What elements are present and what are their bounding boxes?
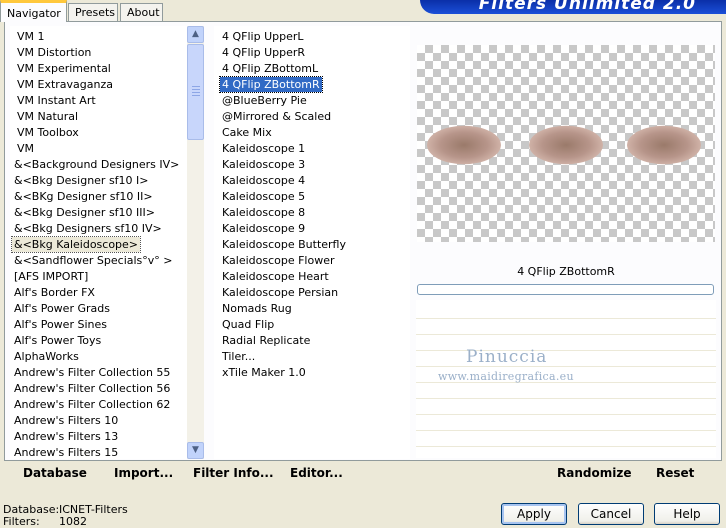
filter-item[interactable]: @BlueBerry Pie	[220, 93, 309, 108]
category-item[interactable]: Andrew's Filter Collection 62	[12, 397, 172, 412]
preview-shape	[427, 125, 501, 165]
category-item[interactable]: Alf's Power Grads	[12, 301, 112, 316]
filter-item[interactable]: Cake Mix	[220, 125, 274, 140]
category-item[interactable]: &<Bkg Designer sf10 I>	[12, 173, 151, 188]
reset-button[interactable]: Reset	[656, 466, 694, 480]
scroll-down-button[interactable]: ▼	[187, 442, 204, 459]
left-toolbar: Database Import... Filter Info... Editor…	[6, 461, 410, 487]
category-item[interactable]: Andrew's Filters 13	[12, 429, 120, 444]
category-item[interactable]: VM Extravaganza	[15, 77, 115, 92]
preview-shape	[529, 125, 603, 165]
editor-button[interactable]: Editor...	[290, 466, 343, 480]
preview-filter-name: 4 QFlip ZBottomR	[517, 265, 615, 278]
category-item[interactable]: &<BKg Designer sf10 II>	[12, 189, 155, 204]
apply-button[interactable]: Apply	[501, 503, 567, 525]
category-item[interactable]: VM Distortion	[15, 45, 93, 60]
category-item[interactable]: Andrew's Filter Collection 56	[12, 381, 172, 396]
import-button[interactable]: Import...	[114, 466, 173, 480]
category-item[interactable]: VM	[15, 141, 36, 156]
tab-about[interactable]: About	[120, 3, 163, 21]
filter-item[interactable]: Kaleidoscope Butterfly	[220, 237, 348, 252]
tab-presets[interactable]: Presets	[68, 3, 118, 21]
category-item[interactable]: Alf's Power Sines	[12, 317, 109, 332]
filter-item[interactable]: Kaleidoscope Persian	[220, 285, 340, 300]
filter-info-button[interactable]: Filter Info...	[193, 466, 274, 480]
watermark-url: www.maidiregrafica.eu	[438, 370, 574, 383]
category-item[interactable]: Andrew's Filter Collection 55	[12, 365, 172, 380]
preview-shape	[627, 125, 701, 165]
filter-item[interactable]: @Mirrored & Scaled	[220, 109, 333, 124]
category-item[interactable]: VM 1	[15, 29, 47, 44]
category-item[interactable]: Alf's Border FX	[12, 285, 97, 300]
filter-item[interactable]: Quad Flip	[220, 317, 276, 332]
database-button[interactable]: Database	[23, 466, 87, 480]
category-list[interactable]: VM 1 VM Distortion VM Experimental VM Extra…	[10, 26, 204, 459]
filter-item[interactable]: Kaleidoscope Flower	[220, 253, 337, 268]
filter-item[interactable]: xTile Maker 1.0	[220, 365, 308, 380]
category-item[interactable]: &<Bkg Designer sf10 III>	[12, 205, 157, 220]
filter-item[interactable]: 4 QFlip UpperL	[220, 29, 306, 44]
category-item[interactable]: [AFS IMPORT]	[12, 269, 90, 284]
category-item[interactable]: &<Background Designers IV>	[12, 157, 181, 172]
category-item[interactable]: VM Natural	[15, 109, 80, 124]
filter-item[interactable]: Kaleidoscope 8	[220, 205, 307, 220]
category-item[interactable]: Andrew's Filters 15	[12, 445, 120, 459]
filter-item[interactable]: Kaleidoscope 9	[220, 221, 307, 236]
right-toolbar: Randomize Reset	[416, 461, 716, 487]
category-item[interactable]: &<Sandflower Specials°v° >	[12, 253, 175, 268]
title-banner: Filters Unlimited 2.0	[420, 0, 726, 14]
filter-item[interactable]: Tiler...	[220, 349, 257, 364]
filter-item[interactable]: Kaleidoscope 3	[220, 157, 307, 172]
filter-item[interactable]: Kaleidoscope 4	[220, 173, 307, 188]
filter-item[interactable]: Kaleidoscope 1	[220, 141, 307, 156]
tab-navigator[interactable]: Navigator	[0, 0, 67, 22]
filter-item[interactable]: Radial Replicate	[220, 333, 312, 348]
category-item[interactable]: VM Instant Art	[15, 93, 98, 108]
filter-item[interactable]: Nomads Rug	[220, 301, 294, 316]
scroll-thumb[interactable]	[187, 44, 204, 140]
filters-count-label: Filters:	[3, 515, 40, 528]
filter-item[interactable]: 4 QFlip ZBottomR	[219, 76, 323, 93]
randomize-button[interactable]: Randomize	[557, 466, 631, 480]
category-item[interactable]: &<Bkg Designers sf10 IV>	[12, 221, 164, 236]
category-item[interactable]: &<Bkg Kaleidoscope>	[10, 236, 142, 253]
tab-bar: Navigator Presets About	[0, 0, 420, 22]
filter-list[interactable]: 4 QFlip UpperL 4 QFlip UpperR 4 QFlip ZBot…	[214, 26, 410, 459]
category-item[interactable]: Andrew's Filters 10	[12, 413, 120, 428]
category-item[interactable]: Alf's Power Toys	[12, 333, 103, 348]
cancel-button[interactable]: Cancel	[578, 503, 644, 525]
filter-item[interactable]: 4 QFlip ZBottomL	[220, 61, 320, 76]
help-button[interactable]: Help	[654, 503, 720, 525]
scroll-up-button[interactable]: ▲	[187, 26, 204, 43]
progress-bar	[417, 284, 714, 295]
category-item[interactable]: VM Toolbox	[15, 125, 81, 140]
filter-item[interactable]: Kaleidoscope 5	[220, 189, 307, 204]
category-item[interactable]: AlphaWorks	[12, 349, 81, 364]
category-item[interactable]: VM Experimental	[15, 61, 113, 76]
category-scrollbar[interactable]: ▲ ▼	[187, 26, 204, 459]
filter-item[interactable]: Kaleidoscope Heart	[220, 269, 331, 284]
preview-canvas	[417, 45, 715, 242]
banner-title: Filters Unlimited 2.0	[478, 0, 696, 14]
filters-count-value: 1082	[59, 515, 87, 528]
filter-item[interactable]: 4 QFlip UpperR	[220, 45, 307, 60]
watermark-name: Pinuccia	[466, 347, 548, 367]
